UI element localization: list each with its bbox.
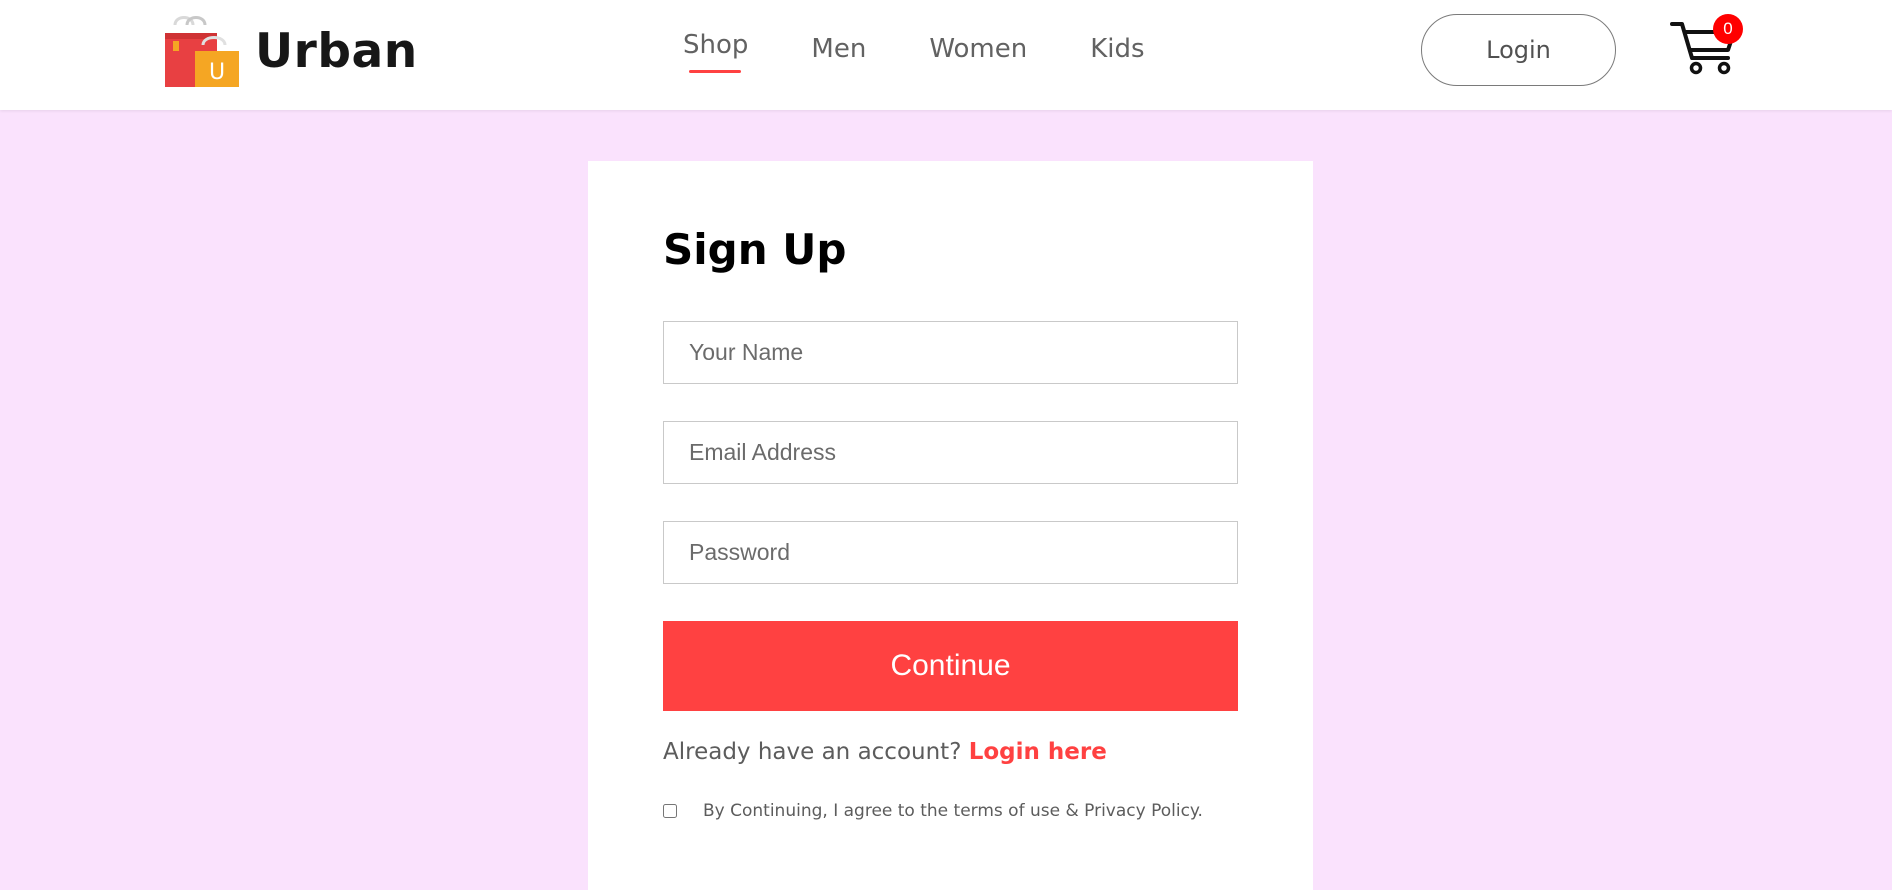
terms-checkbox[interactable]: [663, 804, 677, 818]
brand-logo[interactable]: U Urban: [163, 14, 418, 88]
terms-text: By Continuing, I agree to the terms of u…: [703, 801, 1203, 821]
nav-item-women[interactable]: Women: [929, 34, 1027, 64]
have-account-text: Already have an account?: [663, 739, 962, 765]
nav-item-label: Men: [811, 34, 867, 64]
continue-button[interactable]: Continue: [663, 621, 1238, 711]
terms-agreement: By Continuing, I agree to the terms of u…: [663, 801, 1203, 821]
signup-title: Sign Up: [663, 225, 847, 274]
nav-item-label: Kids: [1090, 34, 1145, 64]
main-nav: Shop Men Women Kids: [683, 30, 1145, 73]
nav-item-label: Shop: [683, 30, 749, 60]
password-input[interactable]: [663, 521, 1238, 584]
header-login-button[interactable]: Login: [1421, 14, 1616, 86]
login-prompt: Already have an account? Login here: [663, 739, 1107, 765]
nav-item-kids[interactable]: Kids: [1090, 34, 1144, 64]
email-input[interactable]: [663, 421, 1238, 484]
cart-count-badge: 0: [1713, 14, 1743, 44]
login-here-link[interactable]: Login here: [969, 739, 1107, 765]
signup-card: Sign Up Continue Already have an account…: [588, 161, 1313, 890]
navbar: U Urban Shop Men Women Kids Login 0: [0, 0, 1892, 110]
svg-text:U: U: [209, 60, 225, 85]
brand-name: Urban: [255, 23, 418, 79]
name-input[interactable]: [663, 321, 1238, 384]
active-nav-underline: [689, 70, 741, 73]
shopping-bag-logo-icon: U: [165, 16, 239, 87]
nav-item-label: Women: [929, 34, 1028, 64]
nav-item-men[interactable]: Men: [811, 34, 866, 64]
nav-item-shop[interactable]: Shop: [683, 30, 749, 73]
